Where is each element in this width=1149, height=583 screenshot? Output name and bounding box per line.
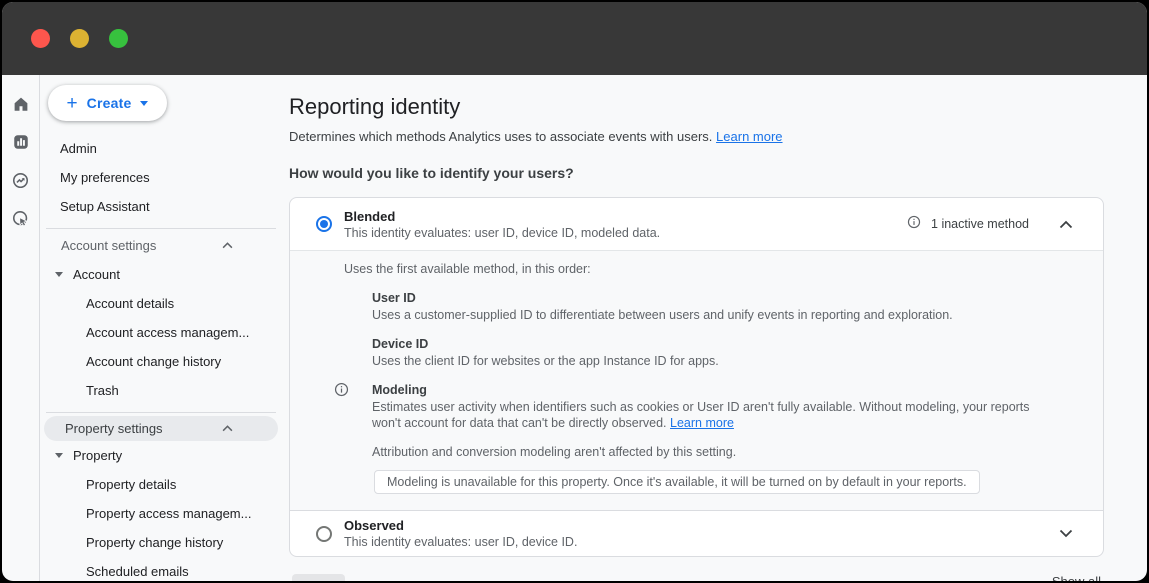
arrow-drop-down-icon <box>55 272 63 277</box>
sidebar-item-my-preferences[interactable]: My preferences <box>40 163 282 192</box>
parent-label: Property <box>73 448 122 463</box>
blended-label: Blended <box>344 209 907 224</box>
method-user-id: User ID Uses a customer-supplied ID to d… <box>372 290 1047 323</box>
section-label: Property settings <box>65 421 163 436</box>
page-title: Reporting identity <box>289 94 1104 120</box>
main-content: Reporting identity Determines which meth… <box>282 75 1147 581</box>
methods-intro: Uses the first available method, in this… <box>344 261 1047 277</box>
chevron-up-icon <box>222 242 233 249</box>
identity-question: How would you like to identify your user… <box>289 165 1104 181</box>
section-label: Account settings <box>61 238 156 253</box>
chevron-up-icon <box>222 425 233 432</box>
learn-more-link[interactable]: Learn more <box>716 129 782 144</box>
expand-chevron-down-icon[interactable] <box>1059 529 1073 538</box>
observed-label: Observed <box>344 518 1059 533</box>
sidebar-item-scheduled-emails[interactable]: Scheduled emails <box>40 557 282 581</box>
info-icon <box>907 215 921 234</box>
card-footer: Show all Save Cancel <box>289 574 1104 581</box>
show-all-link[interactable]: Show all <box>1052 574 1101 581</box>
sidebar-item-setup-assistant[interactable]: Setup Assistant <box>40 192 282 221</box>
method-description: Estimates user activity when identifiers… <box>372 399 1047 431</box>
sidebar-item-property-change-history[interactable]: Property change history <box>40 528 282 557</box>
method-description: Uses a customer-supplied ID to different… <box>372 307 1047 323</box>
sidebar-item-property-access-management[interactable]: Property access managem... <box>40 499 282 528</box>
sidebar-divider <box>46 228 276 229</box>
method-name: Device ID <box>372 336 1047 352</box>
plus-icon: + <box>67 94 78 113</box>
admin-sidebar: + Create Admin My preferences Setup Assi… <box>40 75 282 581</box>
home-icon[interactable] <box>11 94 31 114</box>
observed-description: This identity evaluates: user ID, device… <box>344 535 1059 549</box>
advertising-icon[interactable] <box>11 208 31 228</box>
chevron-down-icon <box>140 101 148 106</box>
window-titlebar <box>2 2 1147 75</box>
nav-rail <box>2 75 40 581</box>
sidebar-item-property[interactable]: Property <box>40 441 282 470</box>
sidebar-item-property-details[interactable]: Property details <box>40 470 282 499</box>
blended-description: This identity evaluates: user ID, device… <box>344 226 907 240</box>
reports-icon[interactable] <box>11 132 31 152</box>
section-account-settings[interactable]: Account settings <box>40 231 282 260</box>
observed-radio[interactable] <box>316 526 332 542</box>
sidebar-item-trash[interactable]: Trash <box>40 376 282 405</box>
reporting-identity-card: Blended This identity evaluates: user ID… <box>289 197 1104 557</box>
sidebar-item-account-access-management[interactable]: Account access managem... <box>40 318 282 347</box>
inactive-method-badge: 1 inactive method <box>931 217 1029 231</box>
app-window: + Create Admin My preferences Setup Assi… <box>2 2 1147 581</box>
observed-option-row[interactable]: Observed This identity evaluates: user I… <box>290 510 1103 556</box>
method-description: Uses the client ID for websites or the a… <box>372 353 1047 369</box>
arrow-drop-down-icon <box>55 453 63 458</box>
info-icon <box>334 382 349 402</box>
sidebar-item-account-change-history[interactable]: Account change history <box>40 347 282 376</box>
blended-details-panel: Uses the first available method, in this… <box>290 250 1103 510</box>
method-device-id: Device ID Uses the client ID for website… <box>372 336 1047 369</box>
create-button-label: Create <box>87 95 132 111</box>
subtitle-text: Determines which methods Analytics uses … <box>289 129 712 144</box>
cancel-button[interactable]: Cancel <box>365 579 408 582</box>
create-button[interactable]: + Create <box>48 85 167 121</box>
zoom-window-button[interactable] <box>109 29 128 48</box>
parent-label: Account <box>73 267 120 282</box>
sidebar-item-admin[interactable]: Admin <box>40 134 282 163</box>
blended-option-row[interactable]: Blended This identity evaluates: user ID… <box>290 198 1103 250</box>
method-modeling: Modeling Estimates user activity when id… <box>372 382 1047 494</box>
blended-radio[interactable] <box>316 216 332 232</box>
method-name: Modeling <box>372 382 1047 398</box>
sidebar-item-account-details[interactable]: Account details <box>40 289 282 318</box>
modeling-note: Attribution and conversion modeling aren… <box>372 445 1047 459</box>
sidebar-item-account[interactable]: Account <box>40 260 282 289</box>
explore-icon[interactable] <box>11 170 31 190</box>
learn-more-link[interactable]: Learn more <box>670 416 734 430</box>
close-window-button[interactable] <box>31 29 50 48</box>
modeling-unavailable-notice: Modeling is unavailable for this propert… <box>374 470 980 494</box>
collapse-chevron-up-icon[interactable] <box>1059 220 1073 229</box>
page-subtitle: Determines which methods Analytics uses … <box>289 129 1104 144</box>
section-property-settings[interactable]: Property settings <box>44 416 278 441</box>
save-button[interactable]: Save <box>292 574 345 581</box>
minimize-window-button[interactable] <box>70 29 89 48</box>
method-name: User ID <box>372 290 1047 306</box>
sidebar-divider <box>46 412 276 413</box>
